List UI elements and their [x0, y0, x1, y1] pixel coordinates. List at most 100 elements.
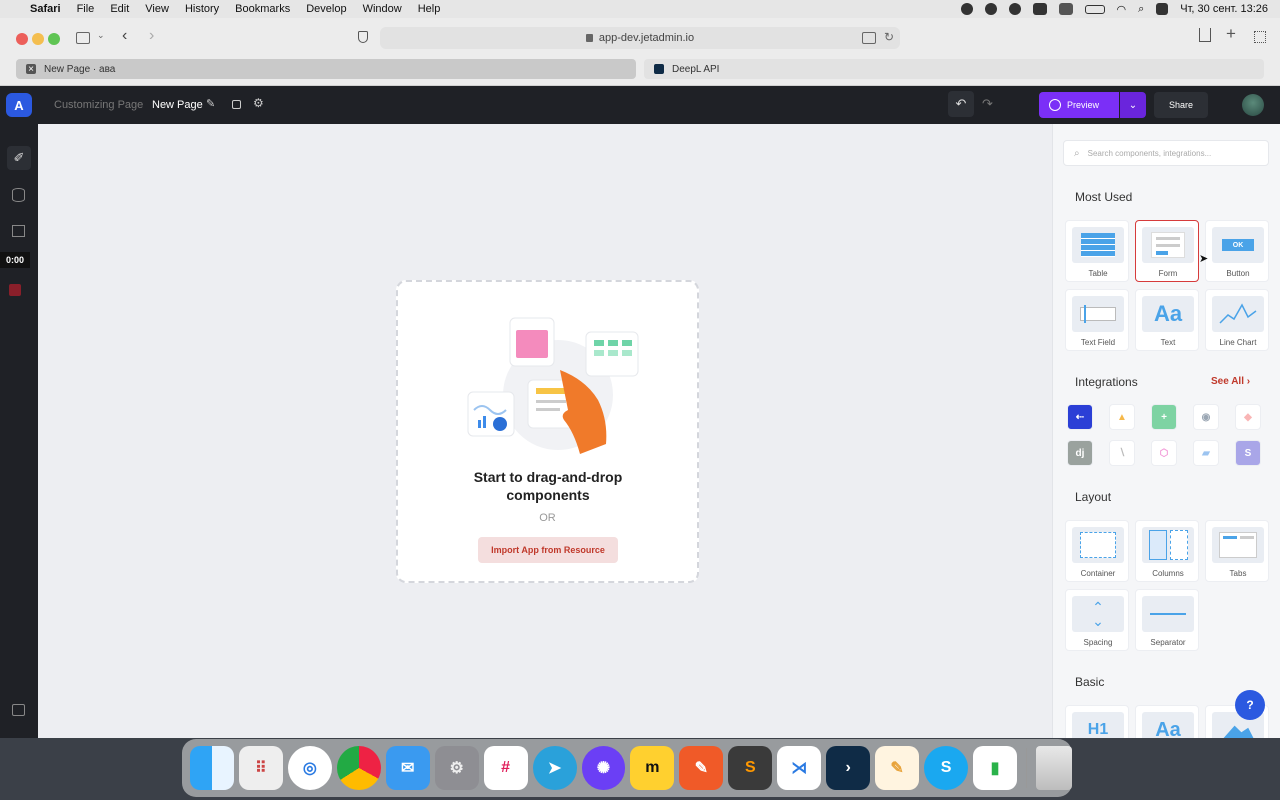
design-tools-icon[interactable]: ✐: [7, 146, 31, 170]
skype-icon[interactable]: S: [924, 746, 968, 790]
privacy-shield-icon[interactable]: [358, 31, 368, 43]
component-line-chart[interactable]: Line Chart: [1205, 289, 1269, 351]
s-icon[interactable]: S: [1235, 440, 1261, 466]
menu-edit[interactable]: Edit: [110, 3, 129, 15]
slack-icon[interactable]: #: [483, 746, 528, 790]
menu-history[interactable]: History: [185, 3, 219, 15]
telegram-tray-icon[interactable]: [1008, 3, 1021, 15]
tab-new-page[interactable]: × New Page · ава: [16, 59, 636, 79]
component-button[interactable]: OK Button: [1205, 220, 1269, 282]
firebase-icon[interactable]: ▲: [1109, 404, 1135, 430]
layout-icon[interactable]: [12, 225, 25, 237]
menu-view[interactable]: View: [145, 3, 169, 15]
menu-safari[interactable]: Safari: [30, 3, 61, 15]
graphql-icon[interactable]: ⬡: [1151, 440, 1177, 466]
jetadmin-logo[interactable]: A: [6, 93, 32, 117]
asterisk-app-icon[interactable]: ✺: [581, 746, 626, 790]
telegram-icon[interactable]: ➤: [532, 746, 577, 790]
forward-icon[interactable]: ›: [149, 27, 154, 45]
extension-tray-icon[interactable]: [1032, 3, 1047, 15]
address-bar[interactable]: app-dev.jetadmin.io ↻: [380, 27, 900, 49]
menu-window[interactable]: Window: [363, 3, 402, 15]
undo-icon[interactable]: ↶: [948, 91, 974, 117]
preview-options-dropdown[interactable]: ⌄: [1120, 92, 1146, 118]
spotlight-icon[interactable]: ⌕: [1138, 3, 1144, 16]
menu-help[interactable]: Help: [418, 3, 441, 15]
stripe-icon[interactable]: ▰: [1193, 440, 1219, 466]
clock-text[interactable]: Чт, 30 сент. 13:26: [1180, 3, 1268, 15]
jetadmin-icon[interactable]: ⇠: [1067, 404, 1093, 430]
component-separator[interactable]: Separator: [1135, 589, 1199, 651]
component-tabs[interactable]: Tabs: [1205, 520, 1269, 582]
close-tab-icon[interactable]: ×: [26, 64, 36, 75]
chevron-down-icon[interactable]: ⌄: [97, 30, 105, 41]
pages-icon[interactable]: [12, 704, 25, 716]
launchpad-icon[interactable]: ⠿: [238, 746, 283, 790]
sheets-icon[interactable]: +: [1151, 404, 1177, 430]
component-container[interactable]: Container: [1065, 520, 1129, 582]
component-table[interactable]: Table: [1065, 220, 1129, 282]
system-preferences-icon[interactable]: ⚙: [434, 746, 479, 790]
control-center-icon[interactable]: [1156, 3, 1169, 15]
sidebar-toggle-icon[interactable]: [76, 32, 90, 44]
settings-gear-icon[interactable]: ⚙: [253, 96, 264, 110]
numbers-icon[interactable]: ▮: [973, 746, 1017, 790]
component-heading[interactable]: H1: [1065, 705, 1129, 738]
supabase-icon[interactable]: ∖: [1109, 440, 1135, 466]
tab-deepl[interactable]: DeepL API: [644, 59, 1264, 79]
database-icon[interactable]: [12, 188, 25, 202]
help-button[interactable]: ?: [1235, 690, 1265, 720]
tab-overview-icon[interactable]: [1254, 31, 1266, 43]
menu-develop[interactable]: Develop: [306, 3, 346, 15]
drop-zone[interactable]: Start to drag-and-drop components OR Imp…: [396, 280, 699, 583]
page-title[interactable]: New Page: [152, 99, 203, 111]
avatar[interactable]: [1242, 94, 1264, 116]
menu-file[interactable]: File: [77, 3, 95, 15]
component-form[interactable]: Form: [1135, 220, 1199, 282]
vscode-icon[interactable]: ⋊: [777, 746, 822, 790]
import-app-button[interactable]: Import App from Resource: [478, 537, 618, 563]
component-text[interactable]: Aa Text: [1135, 289, 1199, 351]
reload-icon[interactable]: ↻: [884, 30, 894, 44]
menu-bookmarks[interactable]: Bookmarks: [235, 3, 290, 15]
input-source-icon[interactable]: [1058, 3, 1073, 15]
share-icon[interactable]: [1199, 28, 1211, 42]
new-tab-icon[interactable]: +: [1226, 24, 1236, 44]
minimize-window-button[interactable]: [32, 33, 44, 45]
chrome-icon[interactable]: [336, 746, 381, 790]
zoom-window-button[interactable]: [48, 33, 60, 45]
miro-icon[interactable]: m: [630, 746, 675, 790]
breadcrumb[interactable]: Customizing Page: [54, 99, 143, 111]
translate-icon[interactable]: [862, 32, 876, 44]
component-search-input[interactable]: ⌕ Search components, integrations...: [1063, 140, 1269, 166]
django-icon[interactable]: dj: [1067, 440, 1093, 466]
pages-app-icon[interactable]: ✎: [875, 746, 920, 790]
stop-recording-button[interactable]: [9, 284, 21, 296]
component-basic-text[interactable]: Aa: [1135, 705, 1199, 738]
share-button[interactable]: Share: [1154, 92, 1208, 118]
safari-icon[interactable]: ◎: [287, 746, 332, 790]
close-window-button[interactable]: [16, 33, 28, 45]
component-text-field[interactable]: Text Field: [1065, 289, 1129, 351]
see-all-link[interactable]: See All ›: [1211, 376, 1250, 387]
redo-icon[interactable]: ↷: [982, 96, 993, 112]
edit-pencil-icon[interactable]: ✎: [206, 97, 215, 110]
mail-icon[interactable]: ✉: [385, 746, 430, 790]
finder-icon[interactable]: [190, 746, 234, 790]
airtable-icon[interactable]: ◆: [1235, 404, 1261, 430]
brightness-icon[interactable]: [960, 3, 973, 15]
wifi-icon[interactable]: ◠: [1117, 3, 1127, 16]
component-columns[interactable]: Columns: [1135, 520, 1199, 582]
back-icon[interactable]: ‹: [122, 27, 127, 45]
pen-app-icon[interactable]: ✎: [679, 746, 724, 790]
trash-icon[interactable]: [1035, 746, 1072, 790]
postgres-icon[interactable]: ◉: [1193, 404, 1219, 430]
sublime-text-icon[interactable]: S: [728, 746, 773, 790]
check-icon[interactable]: [984, 3, 997, 15]
preview-button[interactable]: Preview: [1039, 92, 1119, 118]
component-spacing[interactable]: ⌃ ⌄ Spacing: [1065, 589, 1129, 651]
duplicate-icon[interactable]: [232, 100, 241, 109]
battery-icon[interactable]: [1084, 4, 1105, 14]
line-chart-icon: [1212, 296, 1264, 332]
deepl-icon[interactable]: ›: [826, 746, 871, 790]
